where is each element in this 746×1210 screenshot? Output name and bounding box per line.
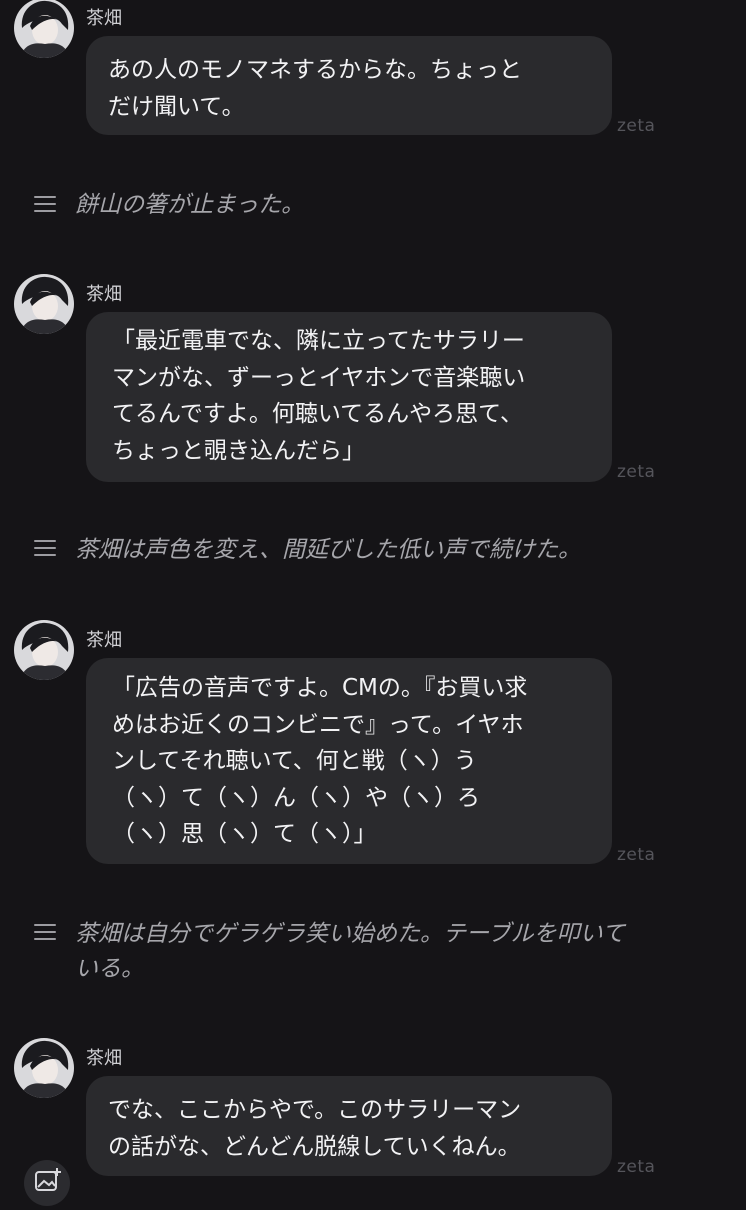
lines-icon: [34, 924, 56, 945]
brand-watermark: zeta: [617, 845, 656, 865]
brand-watermark: zeta: [617, 462, 656, 482]
narration-text: 餅山の箸が止まった。: [75, 192, 305, 218]
add-image-icon: [35, 1168, 61, 1191]
brand-watermark: zeta: [617, 116, 656, 136]
avatar[interactable]: [14, 274, 74, 334]
character-avatar-image: [14, 0, 74, 58]
narration-text: 茶畑は自分でゲラゲラ笑い始めた。テーブルを叩いて いる。: [75, 921, 625, 982]
add-image-button[interactable]: [24, 1160, 70, 1206]
lines-icon: [34, 196, 56, 217]
avatar[interactable]: [14, 1038, 74, 1098]
brand-watermark: zeta: [617, 1157, 656, 1177]
character-avatar-image: [14, 1038, 74, 1098]
lines-icon: [34, 540, 56, 561]
message-bubble: あの人のモノマネするからな。ちょっと だけ聞いて。: [86, 36, 612, 135]
message-bubble: 「広告の音声ですよ。CMの。『お買い求 めはお近くのコンビニで』って。イヤホ ン…: [86, 658, 612, 864]
character-avatar-image: [14, 274, 74, 334]
sender-name: 茶畑: [86, 284, 122, 305]
message-bubble: でな、ここからやで。このサラリーマン の話がな、どんどん脱線していくねん。: [86, 1076, 612, 1176]
sender-name: 茶畑: [86, 1048, 122, 1069]
avatar[interactable]: [14, 0, 74, 58]
sender-name: 茶畑: [86, 8, 122, 29]
message-bubble: 「最近電車でな、隣に立ってたサラリー マンがな、ずーっとイヤホンで音楽聴い てる…: [86, 312, 612, 482]
avatar[interactable]: [14, 620, 74, 680]
narration-text: 茶畑は声色を変え、間延びした低い声で続けた。: [75, 537, 581, 563]
character-avatar-image: [14, 620, 74, 680]
sender-name: 茶畑: [86, 630, 122, 651]
